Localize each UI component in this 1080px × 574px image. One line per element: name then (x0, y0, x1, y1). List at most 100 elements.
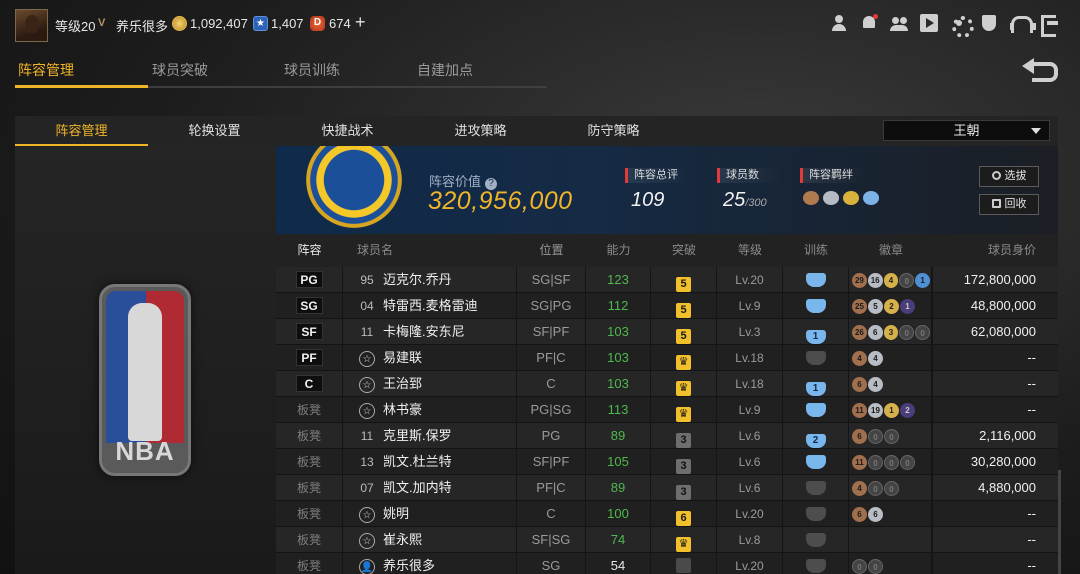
tab-training[interactable]: 球员训练 (281, 60, 414, 88)
star-amount: 1,407 (271, 16, 304, 31)
roster-table: 阵容 球员名 位置 能力 突破 等级 训练 徽章 球员身价 PG 95 迈克尔.乔丹… (276, 234, 1058, 574)
col-name: 球员名 (357, 243, 394, 257)
badges-cell[interactable]: 25 5 2 1 (849, 293, 933, 319)
badges-cell[interactable]: 11 0 0 0 (849, 449, 933, 475)
subtab-offense[interactable]: 进攻策略 (414, 116, 547, 146)
name-cell[interactable]: 04 特雷西.麦格雷迪 (343, 293, 517, 318)
bench-label: 板凳 (296, 507, 321, 521)
table-row[interactable]: 板凳 07 凯文.加内特 PF|C 89 3 Lv.6 4 0 0 4,880,000 (276, 475, 1058, 501)
name-cell[interactable]: ☆ 林书豪 (343, 397, 517, 422)
training-cell[interactable] (783, 267, 849, 292)
bell-icon[interactable] (860, 14, 878, 32)
tab-lineup[interactable]: 阵容管理 (15, 60, 148, 88)
name-cell[interactable]: ☆ 崔永熙 (343, 527, 517, 552)
name-cell[interactable]: 95 迈克尔.乔丹 (343, 267, 517, 292)
subtab-lineup[interactable]: 阵容管理 (15, 116, 148, 146)
name-cell[interactable]: ☆ 易建联 (343, 345, 517, 370)
badge-icon: 0 (868, 454, 883, 470)
training-cell[interactable] (783, 449, 849, 474)
shield-icon[interactable] (980, 14, 998, 32)
training-cell[interactable]: 2 (783, 423, 849, 448)
badge-list: 25 5 2 1 (849, 293, 932, 319)
user-icon[interactable] (830, 14, 848, 32)
add-currency-button[interactable]: + (355, 12, 366, 33)
subtab-quick-tactics[interactable]: 快捷战术 (281, 116, 414, 146)
table-row[interactable]: 板凳 ☆ 崔永熙 SF|SG 74 ♛ Lv.8 -- (276, 527, 1058, 553)
table-row[interactable]: SG 04 特雷西.麦格雷迪 SG|PG 112 5 Lv.9 25 5 2 1 48,800,000 (276, 293, 1058, 319)
slot-cell: 板凳 (276, 423, 343, 448)
jersey-number: 11 (360, 429, 374, 443)
training-cell[interactable]: 1 (783, 319, 849, 344)
table-row[interactable]: 板凳 👤 养乐很多 SG 54 Lv.20 0 0 -- (276, 553, 1058, 574)
badges-cell[interactable]: 400 (849, 475, 933, 501)
badges-cell[interactable]: 26 6 3 0 0 (849, 319, 933, 345)
scrollbar[interactable] (1058, 470, 1061, 574)
badges-cell[interactable]: 00 (849, 553, 933, 574)
subtab-defense[interactable]: 防守策略 (547, 116, 680, 146)
level-cell: Lv.9 (717, 293, 783, 318)
name-cell[interactable]: 13 凯文.杜兰特 (343, 449, 517, 474)
badge-icon: 0 (868, 558, 883, 574)
table-row[interactable]: PF ☆ 易建联 PF|C 103 ♛ Lv.18 4 4 -- (276, 345, 1058, 371)
subtab-rotation[interactable]: 轮换设置 (148, 116, 281, 146)
badges-cell[interactable]: 66 (849, 501, 933, 527)
video-icon[interactable] (920, 14, 938, 32)
name-cell[interactable]: 07 凯文.加内特 (343, 475, 517, 500)
badges-cell[interactable]: 64 (849, 371, 933, 397)
chemistry-icons[interactable] (800, 191, 879, 205)
rating-value: 109 (631, 189, 665, 211)
name-cell[interactable]: 11 克里斯.保罗 (343, 423, 517, 448)
badge-icon: 4 (883, 272, 899, 288)
avatar[interactable] (15, 9, 48, 42)
team-select[interactable]: 王朝 (883, 120, 1050, 141)
table-row[interactable]: C ☆ 王治郅 C 103 ♛ Lv.18 1 6 4 -- (276, 371, 1058, 397)
exit-icon[interactable] (1040, 14, 1058, 37)
table-row[interactable]: 板凳 13 凯文.杜兰特 SF|PF 105 3 Lv.6 11 0 0 0 30,280,000 (276, 449, 1058, 475)
name-cell[interactable]: 11 卡梅隆.安东尼 (343, 319, 517, 344)
training-cell[interactable] (783, 553, 849, 574)
training-cell[interactable] (783, 475, 849, 500)
name-cell[interactable]: ☆ 王治郅 (343, 371, 517, 396)
badges-cell[interactable]: 44 (849, 345, 933, 371)
badges-cell[interactable]: 29 16 4 0 1 (849, 267, 933, 293)
table-row[interactable]: 板凳 ☆ 姚明 C 100 6 Lv.20 6 6 -- (276, 501, 1058, 527)
position-cell: SG|PG (517, 293, 586, 318)
chemistry-label: 阵容羁绊 (800, 168, 866, 183)
training-cell[interactable] (783, 501, 849, 526)
friends-icon[interactable] (890, 14, 908, 32)
price-cell: 4,880,000 (978, 480, 1036, 495)
headset-icon[interactable] (1010, 14, 1036, 33)
badge-icon: 2 (900, 402, 915, 418)
name-cell[interactable]: ☆ 姚明 (343, 501, 517, 526)
badges-cell[interactable] (849, 527, 933, 553)
scout-button[interactable]: 选拔 (979, 166, 1039, 187)
badge-list: 26 6 3 0 0 (849, 319, 932, 345)
training-cell[interactable] (783, 345, 849, 370)
badges-cell[interactable]: 11 19 1 2 (849, 397, 933, 423)
badge-icon: 25 (852, 298, 867, 314)
training-cell[interactable]: 1 (783, 371, 849, 396)
lineup-info: 阵容价值? 320,956,000 阵容总评 109 球员数 25/300 阵容… (276, 146, 1058, 234)
table-row[interactable]: SF 11 卡梅隆.安东尼 SF|PF 103 5 Lv.3 1 26 6 3 0 0 62,080,00… (276, 319, 1058, 345)
breakthrough-cell: 5 (651, 319, 717, 344)
gear-icon[interactable] (950, 14, 974, 38)
tab-custom-points[interactable]: 自建加点 (414, 60, 547, 88)
name-cell[interactable]: 👤 养乐很多 (343, 553, 517, 574)
jersey-number: 13 (360, 455, 374, 469)
training-cell[interactable] (783, 397, 849, 422)
training-cell[interactable] (783, 527, 849, 552)
recycle-icon (991, 199, 1001, 208)
breakthrough-badge: 5 (676, 329, 691, 344)
back-arrow-icon[interactable] (1022, 58, 1058, 82)
table-row[interactable]: 板凳 11 克里斯.保罗 PG 89 3 Lv.6 2 6 0 0 2,116,000 (276, 423, 1058, 449)
user-icon: 👤 (359, 559, 375, 574)
badges-cell[interactable]: 600 (849, 423, 933, 449)
col-price: 球员身价 (987, 243, 1036, 257)
training-cell[interactable] (783, 293, 849, 318)
table-row[interactable]: PG 95 迈克尔.乔丹 SG|SF 123 5 Lv.20 29 16 4 0 1 172,800,0… (276, 267, 1058, 293)
price-cell: 30,280,000 (970, 454, 1036, 469)
breakthrough-cell: ♛ (651, 527, 717, 552)
recycle-button[interactable]: 回收 (979, 194, 1039, 215)
table-row[interactable]: 板凳 ☆ 林书豪 PG|SG 113 ♛ Lv.9 11 19 1 2 -- (276, 397, 1058, 423)
tab-breakthrough[interactable]: 球员突破 (148, 60, 281, 88)
